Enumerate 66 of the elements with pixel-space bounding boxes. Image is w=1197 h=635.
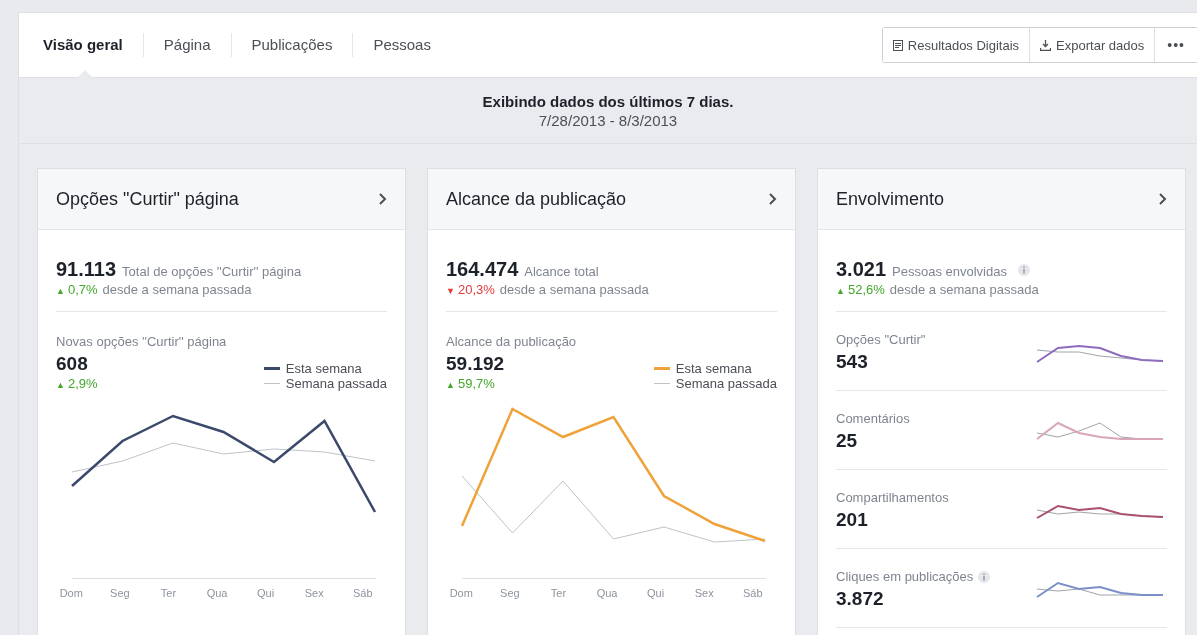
day-label: Seg: [499, 587, 521, 599]
legend-label: Semana passada: [285, 376, 387, 391]
trend-icon: ▲: [56, 380, 65, 390]
legend-label: Semana passada: [675, 376, 777, 391]
day-label: Sex: [693, 587, 715, 599]
chart-value: 608: [56, 353, 89, 375]
day-label: Qui: [646, 587, 666, 599]
metric-label: Opções "Curtir": [836, 332, 926, 347]
card-title: Alcance da publicação: [446, 188, 627, 210]
trend-icon: ▼: [446, 286, 455, 296]
trend-icon: ▲: [56, 286, 65, 296]
chart-value: 59.192: [446, 353, 505, 375]
change-percent: 2,9%: [67, 376, 98, 391]
tab[interactable]: Página: [143, 13, 231, 77]
day-label: Qua: [205, 587, 229, 599]
metric-label: Compartilhamentos: [836, 490, 949, 505]
metric-value: 543: [836, 351, 869, 373]
day-label: Ter: [159, 587, 178, 599]
change-caption: desde a semana passada: [102, 282, 252, 297]
chevron-right-icon[interactable]: [379, 193, 387, 205]
legend-line-icon: [653, 382, 670, 385]
card-title: Envolvimento: [836, 188, 945, 210]
chevron-right-icon[interactable]: [1159, 193, 1167, 205]
download-icon: [1040, 39, 1052, 51]
legend-label: Esta semana: [675, 361, 752, 376]
total-value: 91.113: [56, 258, 117, 281]
day-label: Sex: [303, 587, 325, 599]
legend-line-icon: [263, 382, 280, 385]
day-label: Dom: [58, 587, 84, 599]
change-percent: 52,6%: [847, 282, 885, 297]
legend-label: Esta semana: [285, 361, 362, 376]
total-value: 3.021: [836, 258, 887, 281]
chart-label: Alcance da publicação: [446, 334, 578, 349]
change-caption: desde a semana passada: [499, 282, 649, 297]
total-value: 164.474: [446, 258, 519, 281]
metric-label: Cliques em publicações: [836, 569, 974, 584]
day-label: Ter: [549, 587, 568, 599]
day-label: Qui: [256, 587, 276, 599]
change-percent: 20,3%: [457, 282, 495, 297]
trend-icon: ▲: [836, 286, 845, 296]
change-caption: desde a semana passada: [889, 282, 1039, 297]
total-caption: Total de opções ''Curtir'' página: [122, 264, 302, 279]
period-title: Exibindo dados dos últimos 7 dias.: [482, 92, 734, 110]
metric-value: 3.872: [836, 588, 885, 610]
day-label: Sáb: [351, 587, 374, 599]
total-caption: Alcance total: [524, 264, 599, 279]
total-caption: Pessoas envolvidas: [892, 264, 1007, 279]
day-label: Dom: [448, 587, 474, 599]
tab[interactable]: Publicações: [231, 13, 353, 77]
tab[interactable]: Pessoas: [353, 13, 451, 77]
day-label: Seg: [109, 587, 131, 599]
day-label: Qua: [595, 587, 619, 599]
results-button[interactable]: Resultados Digitais: [882, 28, 1031, 62]
chevron-right-icon[interactable]: [769, 193, 777, 205]
tab[interactable]: Visão geral: [43, 13, 143, 77]
metric-label: Comentários: [836, 411, 910, 426]
date-range: 7/28/2013 - 8/3/2013: [538, 111, 678, 129]
change-percent: 0,7%: [67, 282, 98, 297]
metric-value: 201: [836, 509, 869, 531]
chart-label: Novas opções ''Curtir'' página: [56, 334, 228, 349]
day-label: Sáb: [741, 587, 764, 599]
metric-value: 25: [836, 430, 859, 452]
card-title: Opções "Curtir" página: [56, 188, 239, 210]
trend-icon: ▲: [446, 380, 455, 390]
change-percent: 59,7%: [457, 376, 495, 391]
document-icon: [892, 39, 903, 51]
